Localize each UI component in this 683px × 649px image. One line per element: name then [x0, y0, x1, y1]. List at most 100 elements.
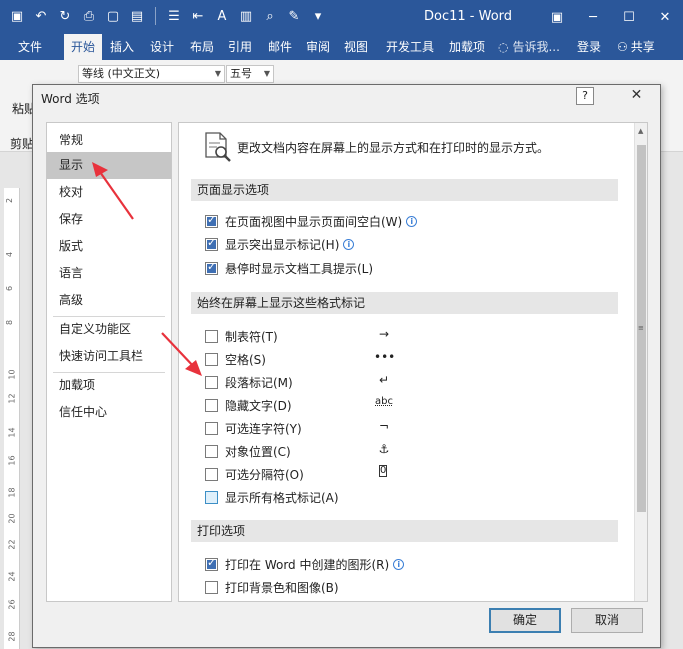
checkbox[interactable]: [205, 444, 218, 458]
nav-item-save[interactable]: 保存: [47, 206, 171, 233]
nav-item-quick-access-toolbar[interactable]: 快速访问工具栏: [47, 343, 171, 370]
option-show-tooltips[interactable]: 悬停时显示文档工具提示(L): [205, 259, 373, 277]
customize-qat-icon[interactable]: ▾: [307, 5, 329, 27]
option-print-drawings[interactable]: 打印在 Word 中创建的图形(R) i: [205, 555, 405, 573]
new-document-icon[interactable]: ▢: [102, 5, 124, 27]
edit-icon[interactable]: ✎: [283, 5, 305, 27]
tab-view[interactable]: 视图: [338, 34, 374, 60]
paragraph-icon[interactable]: ⇤: [187, 5, 209, 27]
chevron-down-icon: ▼: [214, 69, 221, 78]
minimize-icon[interactable]: ─: [575, 0, 611, 34]
option-optional-breaks[interactable]: 可选分隔符(O) 0: [205, 465, 505, 483]
tab-addins[interactable]: 加载项: [442, 34, 492, 60]
checkbox[interactable]: [205, 398, 218, 412]
save-icon[interactable]: ▣: [6, 5, 28, 27]
scroll-up-icon[interactable]: ▲: [638, 127, 643, 135]
paste-icon[interactable]: ▤: [126, 5, 148, 27]
tab-mailings[interactable]: 邮件: [262, 34, 298, 60]
help-button[interactable]: ?: [576, 87, 594, 105]
option-label: 可选分隔符(O): [225, 467, 304, 482]
tab-insert[interactable]: 插入: [104, 34, 140, 60]
option-tab-characters[interactable]: 制表符(T) →: [205, 327, 505, 345]
checkbox[interactable]: [205, 556, 218, 571]
document-magnifier-icon: [205, 132, 231, 162]
checkbox[interactable]: [205, 467, 218, 481]
space-mark-icon: •••: [374, 350, 396, 364]
ruler-mark: 20: [7, 513, 17, 524]
columns-icon[interactable]: ▥: [235, 5, 257, 27]
nav-item-general[interactable]: 常规: [47, 127, 171, 154]
tab-home[interactable]: 开始: [64, 34, 102, 60]
tab-review[interactable]: 审阅: [300, 34, 336, 60]
font-color-icon[interactable]: A: [211, 5, 233, 27]
info-icon[interactable]: i: [343, 238, 355, 250]
checkbox[interactable]: [205, 421, 218, 435]
checkbox[interactable]: [205, 329, 218, 343]
checkbox[interactable]: [205, 375, 218, 389]
checkbox[interactable]: [205, 352, 218, 366]
nav-item-language[interactable]: 语言: [47, 260, 171, 287]
option-object-anchors[interactable]: 对象位置(C) ⚓: [205, 442, 505, 460]
tab-developer[interactable]: 开发工具: [380, 34, 440, 60]
ribbon-display-options-icon[interactable]: ▣: [539, 0, 575, 34]
tab-design[interactable]: 设计: [144, 34, 180, 60]
login-link[interactable]: 登录: [577, 34, 601, 60]
ruler-mark: 26: [7, 599, 17, 610]
option-print-background[interactable]: 打印背景色和图像(B): [205, 578, 339, 596]
checkbox[interactable]: [205, 213, 218, 228]
ruler-mark: 18: [7, 487, 17, 498]
option-show-all-marks[interactable]: 显示所有格式标记(A): [205, 488, 339, 506]
font-size-select[interactable]: 五号 ▼: [226, 65, 274, 83]
tell-me-box[interactable]: ◌ 告诉我...: [498, 34, 560, 60]
nav-item-advanced[interactable]: 高级: [47, 287, 171, 314]
print-preview-icon[interactable]: ⎙: [78, 5, 100, 27]
option-show-highlighter[interactable]: 显示突出显示标记(H) i: [205, 235, 355, 253]
word-options-dialog: Word 选项 ? ✕ 常规 显示 校对 保存 版式 语言 高级 自定义功能区 …: [32, 84, 661, 648]
info-icon[interactable]: i: [393, 558, 405, 570]
close-icon[interactable]: ✕: [613, 85, 660, 105]
nav-item-proofing[interactable]: 校对: [47, 179, 171, 206]
checkbox[interactable]: [205, 260, 218, 275]
dialog-title: Word 选项: [41, 92, 100, 106]
cancel-button[interactable]: 取消: [571, 608, 643, 633]
nav-item-trust-center[interactable]: 信任中心: [47, 399, 171, 426]
nav-item-display[interactable]: 显示: [47, 152, 171, 179]
nav-item-customize-ribbon[interactable]: 自定义功能区: [47, 316, 171, 343]
maximize-icon[interactable]: ☐: [611, 0, 647, 34]
close-window-icon[interactable]: ✕: [647, 0, 683, 34]
nav-item-typography[interactable]: 版式: [47, 233, 171, 260]
find-icon[interactable]: ⌕: [259, 5, 281, 27]
checkbox[interactable]: [205, 490, 218, 504]
undo-icon[interactable]: ↶: [30, 5, 52, 27]
align-icon[interactable]: ☰: [163, 5, 185, 27]
option-label: 段落标记(M): [225, 375, 293, 390]
nav-item-addins[interactable]: 加载项: [47, 372, 171, 399]
option-hidden-text[interactable]: 隐藏文字(D) abc: [205, 396, 505, 414]
option-label: 制表符(T): [225, 329, 278, 344]
tab-layout[interactable]: 布局: [184, 34, 220, 60]
option-label: 可选连字符(Y): [225, 421, 302, 436]
checkbox[interactable]: [205, 236, 218, 251]
option-paragraph-marks[interactable]: 段落标记(M) ↵: [205, 373, 505, 391]
option-show-whitespace[interactable]: 在页面视图中显示页面间空白(W) i: [205, 212, 418, 230]
ruler-mark: 6: [5, 285, 15, 292]
option-optional-hyphens[interactable]: 可选连字符(Y) ¬: [205, 419, 505, 437]
font-name-select[interactable]: 等线 (中文正文) ▼: [78, 65, 225, 83]
ruler-mark: 2: [5, 197, 15, 204]
title-bar: ▣ ↶ ↻ ⎙ ▢ ▤ ☰ ⇤ A ▥ ⌕ ✎ ▾ Doc11 - Word ▣…: [0, 0, 683, 34]
tab-references[interactable]: 引用: [222, 34, 258, 60]
clipboard-group-label: 剪贴: [10, 137, 35, 151]
ruler-mark: 12: [7, 393, 17, 404]
share-button[interactable]: ⚇ 共享: [617, 34, 655, 60]
ok-button[interactable]: 确定: [489, 608, 561, 633]
redo-icon[interactable]: ↻: [54, 5, 76, 27]
vertical-ruler: 2 4 6 8 10 12 14 16 18 20 22 24 26 28: [4, 188, 20, 649]
checkbox[interactable]: [205, 580, 218, 594]
ruler-mark: 16: [7, 455, 17, 466]
optional-break-icon: 0: [379, 465, 387, 477]
panel-scrollbar[interactable]: ▲ ≡: [634, 123, 647, 601]
tab-file[interactable]: 文件: [8, 34, 52, 60]
option-spaces[interactable]: 空格(S) •••: [205, 350, 505, 368]
info-icon[interactable]: i: [406, 215, 418, 227]
font-size-value: 五号: [230, 67, 252, 80]
